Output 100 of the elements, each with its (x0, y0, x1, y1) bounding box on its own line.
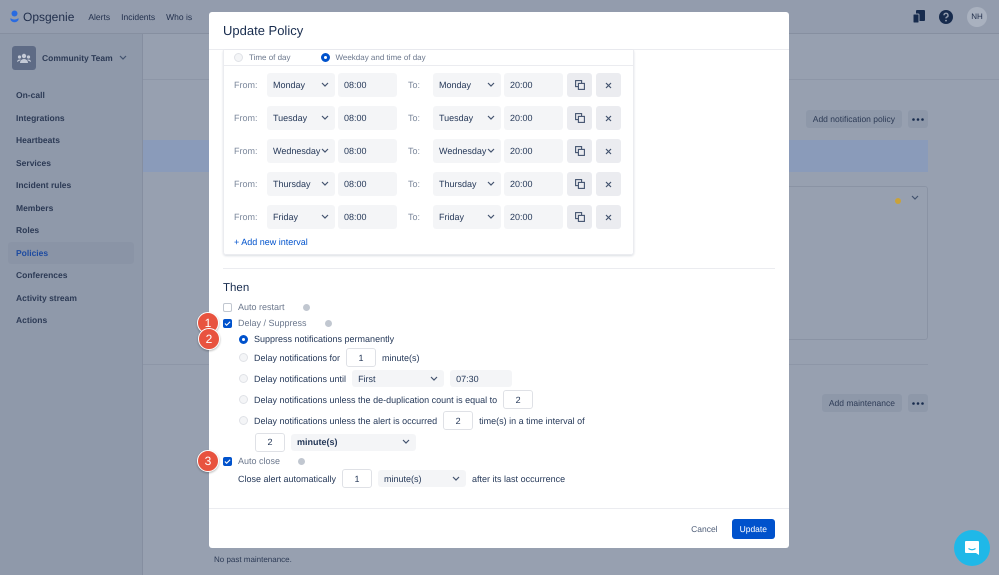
nav-link[interactable]: Who is (166, 12, 192, 22)
sidebar-item[interactable]: Heartbeats (8, 129, 134, 151)
sidebar-item[interactable]: Integrations (8, 106, 134, 128)
more-button[interactable] (908, 110, 928, 128)
add-policy-button[interactable]: Add notification policy (806, 110, 902, 128)
day-select[interactable]: Monday (267, 73, 335, 97)
radio-label: Weekday and time of day (336, 53, 426, 62)
time-field[interactable]: 08:00 (338, 106, 397, 130)
close-icon (605, 180, 612, 188)
dialog-title: Update Policy (209, 12, 789, 50)
section-heading: Then (223, 282, 250, 294)
day-select[interactable]: Monday (433, 73, 501, 97)
field-label: To: (408, 113, 422, 123)
user-avatar[interactable]: NH (967, 6, 987, 26)
more-button[interactable] (908, 394, 928, 412)
remove-button[interactable] (596, 73, 621, 97)
chevron-down-icon (911, 195, 919, 201)
time-field[interactable]: 20:00 (504, 139, 563, 163)
number-field[interactable]: 1 (346, 348, 376, 367)
time-field[interactable]: 20:00 (504, 172, 563, 196)
time-field[interactable]: 08:00 (338, 172, 397, 196)
number-field[interactable]: 1 (342, 469, 372, 488)
chevron-down-icon (321, 82, 329, 88)
unit-select[interactable]: minute(s) (378, 470, 466, 487)
chat-button[interactable] (954, 530, 990, 566)
remove-button[interactable] (596, 205, 621, 229)
help-icon (302, 304, 310, 310)
day-select[interactable]: Wednesday (433, 139, 501, 163)
sidebar-item[interactable]: Roles (8, 219, 134, 241)
radio-label: Time of day (249, 53, 290, 62)
day-select[interactable]: Friday (433, 205, 501, 229)
number-field[interactable]: 2 (503, 390, 534, 409)
option-label: Delay notifications unless the alert is occurred (254, 416, 438, 426)
day-select[interactable]: Thursday (433, 172, 501, 196)
cancel-button[interactable]: Cancel (687, 518, 722, 538)
copy-button[interactable] (567, 172, 592, 196)
checkbox-label: Auto restart (238, 302, 285, 312)
sidebar-item[interactable]: Services (8, 152, 134, 174)
checkbox[interactable] (223, 456, 232, 466)
checkbox[interactable] (223, 318, 232, 328)
time-field[interactable]: 08:00 (338, 73, 397, 97)
sidebar-item[interactable]: Incident rules (8, 174, 134, 196)
copy-icon (574, 113, 584, 123)
nav-link[interactable]: Incidents (121, 12, 156, 22)
chevron-down-icon (487, 115, 495, 121)
option-label: Delay notifications unless the de-duplication count is equal to (254, 394, 498, 404)
team-name[interactable]: Community Team (42, 53, 113, 63)
document-icon (913, 10, 925, 23)
remove-button[interactable] (596, 139, 621, 163)
remove-button[interactable] (596, 106, 621, 130)
field-label: From: (234, 179, 258, 189)
people-icon (17, 53, 31, 63)
copy-button[interactable] (567, 106, 592, 130)
sidebar-item[interactable]: Conferences (8, 264, 134, 286)
number-field[interactable]: 2 (443, 411, 474, 430)
empty-message: No past maintenance. (214, 555, 292, 564)
day-select[interactable]: First (352, 370, 444, 387)
day-select[interactable]: Friday (267, 205, 335, 229)
add-maintenance-button[interactable]: Add maintenance (822, 394, 902, 412)
day-select[interactable]: Thursday (267, 172, 335, 196)
time-field[interactable]: 20:00 (504, 205, 563, 229)
radio-button[interactable] (320, 53, 330, 62)
chevron-down-icon (321, 181, 329, 187)
day-select[interactable]: Tuesday (267, 106, 335, 130)
remove-button[interactable] (596, 172, 621, 196)
chat-icon (964, 540, 980, 556)
field-label: From: (234, 80, 258, 90)
unit-label: minute(s) (382, 352, 420, 362)
more-icon (912, 118, 924, 120)
chevron-down-icon (321, 148, 329, 154)
radio-button[interactable] (239, 334, 248, 344)
time-field[interactable]: 20:00 (504, 106, 563, 130)
nav-link[interactable]: Alerts (88, 12, 110, 22)
sidebar-item[interactable]: Activity stream (8, 286, 134, 308)
option-label: Close alert automatically (238, 474, 336, 484)
field-label: To: (408, 146, 422, 156)
day-select[interactable]: Wednesday (267, 139, 335, 163)
sidebar-item[interactable]: Members (8, 196, 134, 218)
help-icon (939, 10, 953, 24)
close-icon (605, 214, 612, 220)
update-button[interactable]: Update (732, 518, 775, 538)
sidebar-item[interactable]: On-call (8, 84, 134, 106)
sidebar-item[interactable]: Actions (8, 309, 134, 331)
add-interval-link[interactable]: + Add new interval (224, 231, 318, 254)
time-field[interactable]: 07:30 (450, 370, 512, 387)
chevron-down-icon (321, 115, 329, 121)
time-field[interactable]: 08:00 (338, 205, 397, 229)
time-field[interactable]: 20:00 (504, 73, 563, 97)
copy-button[interactable] (567, 205, 592, 229)
checkbox[interactable] (223, 302, 232, 312)
chevron-down-icon (487, 82, 495, 88)
day-select[interactable]: Tuesday (433, 106, 501, 130)
copy-button[interactable] (567, 139, 592, 163)
time-field[interactable]: 08:00 (338, 139, 397, 163)
close-icon (605, 148, 612, 154)
unit-label: after its last occurrence (472, 474, 566, 484)
unit-select[interactable]: minute(s) (291, 434, 416, 450)
number-field[interactable]: 2 (255, 432, 285, 452)
step-badge: 2 (198, 328, 220, 350)
copy-button[interactable] (567, 73, 592, 97)
